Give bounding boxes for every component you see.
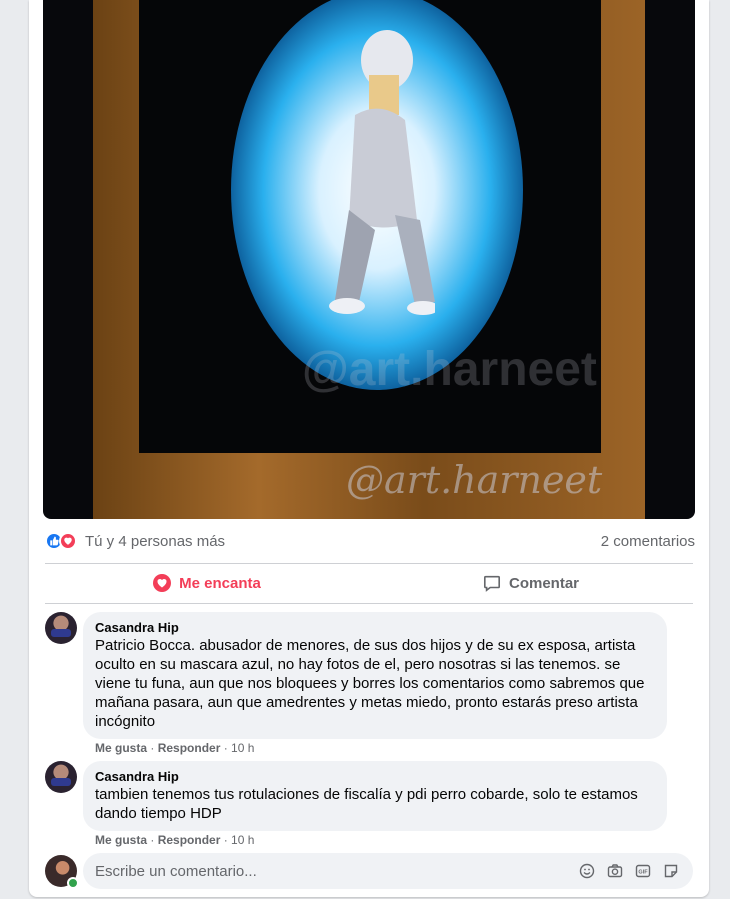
heart-icon: [153, 574, 172, 592]
sticker-icon[interactable]: [661, 861, 681, 881]
seated-figure-illustration: [329, 30, 435, 315]
like-comment-link[interactable]: Me gusta: [95, 741, 147, 755]
comment-bubble: Casandra Hip tambien tenemos tus rotulac…: [83, 761, 667, 831]
picture-frame: @art.harneet @art.harneet: [93, 0, 645, 519]
post-actions: Me encanta Comentar: [45, 564, 693, 602]
reactors-text[interactable]: Tú y 4 personas más: [85, 533, 225, 550]
comment-item: Casandra Hip tambien tenemos tus rotulac…: [45, 761, 667, 831]
camera-icon[interactable]: [605, 861, 625, 881]
reply-link[interactable]: Responder: [158, 833, 221, 847]
comment-button-label: Comentar: [508, 574, 579, 592]
comment-button[interactable]: Comentar: [369, 564, 693, 602]
watermark: @art.harneet: [346, 458, 603, 502]
avatar[interactable]: [45, 761, 77, 793]
love-reaction-icon: [59, 532, 77, 550]
reactions-summary: Tú y 4 personas más 2 comentarios: [45, 528, 695, 554]
comment-meta: Me gusta · Responder · 10 h: [95, 741, 255, 755]
comment-input-box: GIF: [83, 853, 693, 889]
svg-text:GIF: GIF: [638, 870, 648, 876]
comment-author[interactable]: Casandra Hip: [95, 620, 655, 636]
reaction-icons[interactable]: [45, 532, 77, 550]
divider-bottom: [45, 603, 693, 604]
comment-item: Casandra Hip Patricio Bocca. abusador de…: [45, 612, 667, 739]
emoji-icon[interactable]: [577, 861, 597, 881]
comment-text: Patricio Bocca. abusador de menores, de …: [95, 637, 645, 730]
artwork-canvas: @art.harneet @art.harneet: [139, 0, 602, 502]
online-status-dot: [67, 877, 79, 889]
comment-time[interactable]: 10 h: [231, 833, 254, 847]
comment-text: tambien tenemos tus rotulaciones de fisc…: [95, 786, 638, 822]
post-card: @art.harneet @art.harneet Tú y 4 persona…: [29, 0, 709, 897]
comment-time[interactable]: 10 h: [231, 741, 254, 755]
comment-bubble-icon: [483, 575, 500, 592]
avatar[interactable]: [45, 612, 77, 644]
love-button[interactable]: Me encanta: [45, 564, 369, 602]
comment-author[interactable]: Casandra Hip: [95, 769, 655, 785]
comment-bubble: Casandra Hip Patricio Bocca. abusador de…: [83, 612, 667, 739]
current-user-avatar[interactable]: [45, 855, 79, 889]
comment-meta: Me gusta · Responder · 10 h: [95, 833, 255, 847]
gif-icon[interactable]: GIF: [633, 861, 653, 881]
reply-link[interactable]: Responder: [158, 741, 221, 755]
comment-composer: GIF: [45, 853, 693, 889]
like-comment-link[interactable]: Me gusta: [95, 833, 147, 847]
watermark-faint: @art.harneet: [302, 343, 597, 396]
love-button-label: Me encanta: [179, 574, 261, 592]
comments-count-link[interactable]: 2 comentarios: [601, 533, 695, 550]
post-photo[interactable]: @art.harneet @art.harneet: [43, 0, 695, 519]
comment-input[interactable]: [95, 862, 569, 880]
